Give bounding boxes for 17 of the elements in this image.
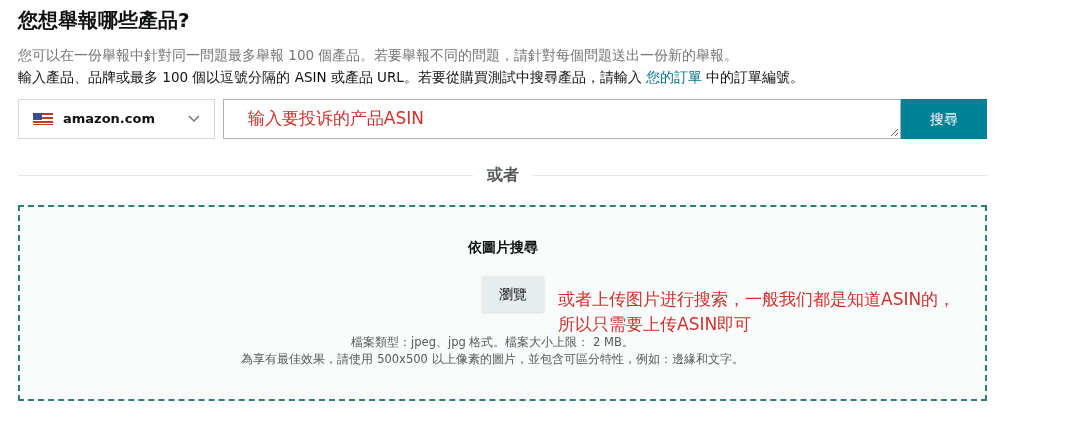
browse-button[interactable]: 瀏覽 [481,276,544,312]
resize-handle-icon [890,128,899,136]
marketplace-dropdown[interactable]: amazon.com [18,99,215,139]
page-title: 您想舉報哪些產品? [18,7,191,34]
image-search-title: 依圖片搜尋 [467,238,538,257]
search-button[interactable]: 搜尋 [901,99,987,139]
your-orders-link[interactable]: 您的訂單 [646,69,703,85]
image-tip-text: 為享有最佳效果，請使用 500x500 以上像素的圖片，並包含可區分特性，例如：邊緣和文字。 [241,351,744,369]
search-field[interactable]: 输入要投诉的产品ASIN [222,99,902,139]
flag-icon [33,113,53,125]
intro-text: 您可以在一份舉報中針對同一問題最多舉報 100 個產品。若要舉報不同的問題，請針對每個問題送出一份新的舉報。 [18,46,740,65]
chevron-down-icon [187,115,200,123]
or-divider-label: 或者 [485,164,520,186]
annotation-text: 所以只需要上传ASIN即可 [558,313,752,336]
annotation-text: 或者上传图片进行搜索，一般我们都是知道ASIN的， [558,288,956,311]
file-types-text: 檔案類型：jpeg、jpg 格式。檔案大小上限： 2 MB。 [351,334,634,351]
instructions-text: 輸入產品、品牌或最多 100 個以逗號分隔的 ASIN 或產品 URL。若要從購買測試中搜尋產品，請輸入 您的訂單 中的訂單編號。 [18,68,806,87]
